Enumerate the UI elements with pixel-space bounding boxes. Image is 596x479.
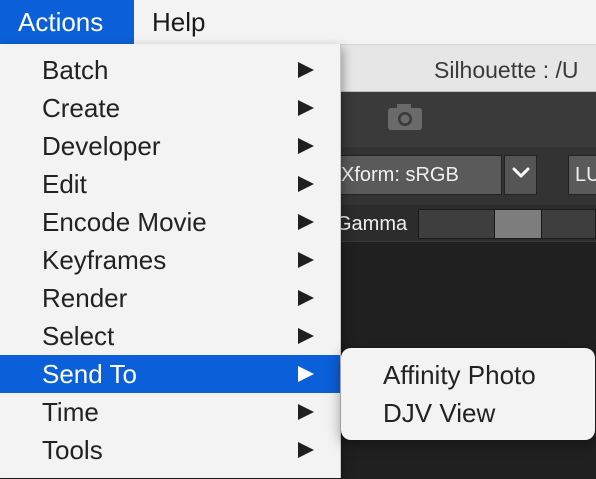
menu-item-encode-movie[interactable]: Encode Movie <box>0 203 340 241</box>
chevron-down-icon <box>511 166 531 184</box>
submenu-arrow-icon <box>298 328 314 344</box>
menu-item-tools[interactable]: Tools <box>0 431 340 469</box>
menu-item-label: Create <box>42 93 121 123</box>
submenu-arrow-icon <box>298 62 314 78</box>
menu-item-edit[interactable]: Edit <box>0 165 340 203</box>
gamma-label: Gamma <box>336 213 408 235</box>
menu-item-create[interactable]: Create <box>0 89 340 127</box>
submenu-item-label: DJV View <box>383 398 496 428</box>
submenu-arrow-icon <box>298 252 314 268</box>
submenu-arrow-icon <box>298 138 314 154</box>
menu-item-batch[interactable]: Batch <box>0 51 340 89</box>
menu-item-label: Tools <box>42 435 103 465</box>
submenu-arrow-icon <box>298 176 314 192</box>
window-title: Silhouette : /U <box>434 57 579 83</box>
menu-item-time[interactable]: Time <box>0 393 340 431</box>
gamma-slider[interactable] <box>418 209 596 239</box>
submenu-item-label: Affinity Photo <box>383 360 536 390</box>
submenu-arrow-icon <box>298 100 314 116</box>
menubar: Actions Help <box>0 0 596 45</box>
menu-item-label: Keyframes <box>42 245 167 275</box>
menu-item-label: Send To <box>42 359 137 389</box>
gamma-slider-divider <box>541 210 542 238</box>
xform-select[interactable]: Xform: sRGB <box>330 155 502 195</box>
submenu-arrow-icon <box>298 442 314 458</box>
submenu-item-djv-view[interactable]: DJV View <box>341 394 595 432</box>
gamma-slider-thumb[interactable] <box>495 210 541 238</box>
lut-select[interactable]: LU <box>568 155 596 195</box>
xform-dropdown-button[interactable] <box>504 155 537 195</box>
submenu-arrow-icon <box>298 290 314 306</box>
menu-item-label: Batch <box>42 55 109 85</box>
submenu-item-affinity-photo[interactable]: Affinity Photo <box>341 356 595 394</box>
menu-item-label: Render <box>42 283 128 313</box>
menu-item-label: Edit <box>42 169 87 199</box>
submenu-arrow-icon <box>298 366 314 382</box>
actions-menu: Batch Create Developer Edit Encode Movie… <box>0 44 341 478</box>
menu-item-render[interactable]: Render <box>0 279 340 317</box>
submenu-arrow-icon <box>298 214 314 230</box>
menu-item-label: Encode Movie <box>42 207 207 237</box>
menu-item-send-to[interactable]: Send To <box>0 355 340 393</box>
menu-item-keyframes[interactable]: Keyframes <box>0 241 340 279</box>
submenu-arrow-icon <box>298 404 314 420</box>
send-to-submenu: Affinity Photo DJV View <box>341 348 595 440</box>
menu-item-label: Time <box>42 397 99 427</box>
menu-item-select[interactable]: Select <box>0 317 340 355</box>
menu-item-label: Developer <box>42 131 161 161</box>
menu-item-label: Select <box>42 321 115 351</box>
menubar-help[interactable]: Help <box>134 0 223 44</box>
menubar-actions[interactable]: Actions <box>0 0 134 44</box>
camera-icon[interactable] <box>386 102 424 137</box>
menu-item-developer[interactable]: Developer <box>0 127 340 165</box>
